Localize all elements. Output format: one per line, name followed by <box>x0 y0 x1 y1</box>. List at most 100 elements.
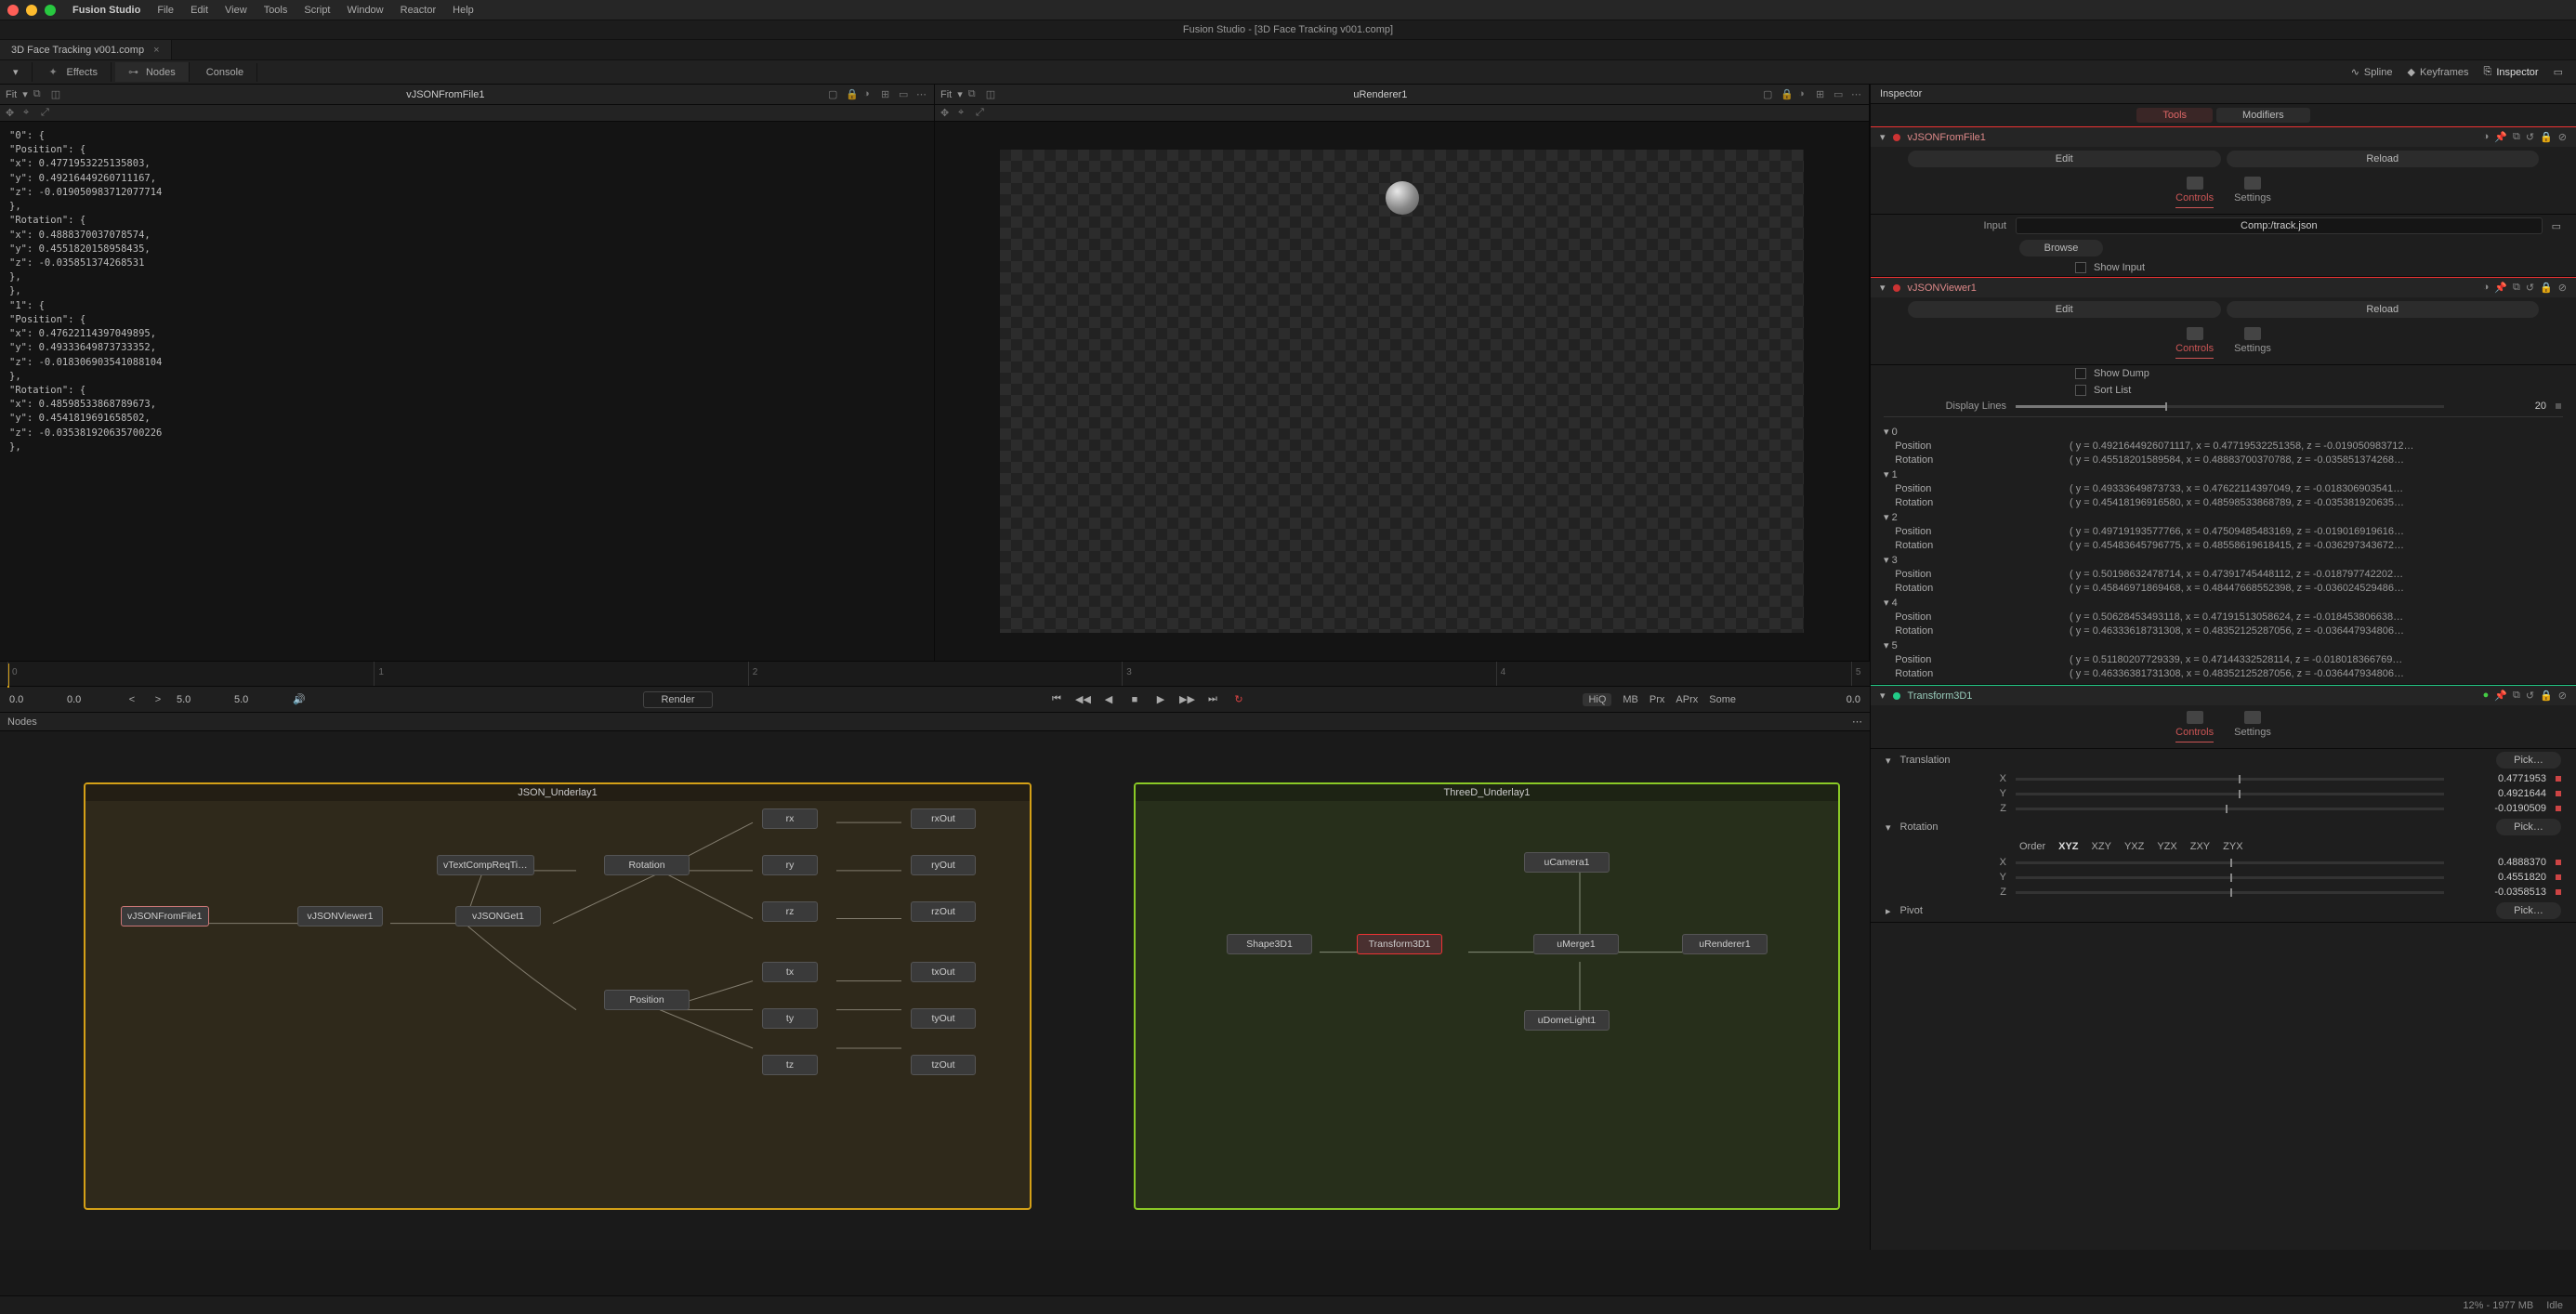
node-vjsonviewer[interactable]: vJSONViewer1 <box>297 906 383 926</box>
tree-position-row[interactable]: Position( y = 0.50628453493118, x = 0.47… <box>1871 610 2576 624</box>
play-forward-button[interactable]: ▶ <box>1153 693 1168 705</box>
tool-name[interactable]: vJSONViewer1 <box>1908 283 2476 294</box>
node-rx[interactable]: rx <box>762 808 818 829</box>
lock-icon[interactable]: 🔒 <box>1781 88 1793 100</box>
menu-file[interactable]: File <box>157 5 174 16</box>
prx-toggle[interactable]: Prx <box>1649 694 1665 705</box>
mb-toggle[interactable]: MB <box>1623 694 1638 705</box>
order-yzx[interactable]: YZX <box>2157 841 2176 852</box>
tz-value[interactable]: -0.0190509 <box>2453 803 2546 814</box>
node-renderer[interactable]: uRenderer1 <box>1682 934 1768 954</box>
tab-modifiers[interactable]: Modifiers <box>2216 108 2310 123</box>
rx-slider[interactable] <box>2016 861 2444 864</box>
keyframe-dot-icon[interactable] <box>2556 776 2561 782</box>
reload-button[interactable]: Reload <box>2227 151 2540 167</box>
show-input-checkbox[interactable] <box>2075 262 2086 273</box>
keyframe-dot-icon[interactable] <box>2556 791 2561 796</box>
reset-icon[interactable]: ↺ <box>2526 131 2534 143</box>
cached-icon[interactable]: ● <box>2483 690 2490 702</box>
node-rzout[interactable]: rzOut <box>911 901 976 922</box>
flow-view[interactable]: JSON_Underlay1 ThreeD_Underlay1 vJSONFro… <box>0 731 1870 1250</box>
tree-index-row[interactable]: ▾ 3 <box>1871 552 2576 567</box>
color-icon[interactable]: ◑ <box>863 88 875 100</box>
zoom-window-button[interactable] <box>45 5 56 16</box>
menu-reactor[interactable]: Reactor <box>401 5 437 16</box>
viewer-right-body[interactable] <box>935 122 1869 661</box>
menu-tools[interactable]: Tools <box>264 5 288 16</box>
current-time[interactable]: 0.0 <box>1814 694 1860 705</box>
disclosure-icon[interactable]: ▾ <box>1880 131 1886 143</box>
input-path-field[interactable]: Comp:/track.json <box>2016 217 2543 234</box>
more-icon[interactable]: ⋯ <box>916 88 928 100</box>
node-textcomp[interactable]: vTextCompReqTi… <box>437 855 534 875</box>
disable-icon[interactable]: ⊘ <box>2558 282 2567 294</box>
keyframes-toggle[interactable]: ◆Keyframes <box>2407 66 2468 78</box>
prev-keyframe-button[interactable]: < <box>125 694 139 705</box>
ty-value[interactable]: 0.4921644 <box>2453 788 2546 799</box>
rz-value[interactable]: -0.0358513 <box>2453 887 2546 898</box>
snap-icon[interactable]: ⌖ <box>958 107 970 119</box>
tree-position-row[interactable]: Position( y = 0.51180207729339, x = 0.47… <box>1871 652 2576 666</box>
document-tab[interactable]: 3D Face Tracking v001.comp × <box>0 40 172 59</box>
disable-icon[interactable]: ⊘ <box>2558 131 2567 143</box>
controls-tab[interactable]: Controls <box>2175 327 2214 359</box>
play-reverse-button[interactable]: ◀ <box>1101 693 1116 705</box>
browse-button[interactable]: Browse <box>2019 240 2103 256</box>
nodes-toggle[interactable]: ⊶Nodes <box>115 62 190 82</box>
rz-slider[interactable] <box>2016 891 2444 894</box>
pick-button[interactable]: Pick… <box>2496 752 2561 769</box>
pick-button[interactable]: Pick… <box>2496 819 2561 835</box>
reload-button[interactable]: Reload <box>2227 301 2540 318</box>
a-b-icon[interactable]: ⧉ <box>968 88 980 100</box>
hiq-toggle[interactable]: HiQ <box>1583 693 1611 706</box>
img2-icon[interactable]: ▭ <box>1833 88 1846 100</box>
color-icon[interactable]: ◑ <box>1798 88 1810 100</box>
scale-icon[interactable]: ⤢ <box>41 107 53 119</box>
pan-icon[interactable]: ✥ <box>940 107 953 119</box>
tree-position-row[interactable]: Position( y = 0.49333649873733, x = 0.47… <box>1871 481 2576 495</box>
tz-slider[interactable] <box>2016 808 2444 810</box>
disclosure-icon[interactable]: ▾ <box>1880 282 1886 294</box>
split-icon[interactable]: ◫ <box>986 88 998 100</box>
reset-icon[interactable]: ↺ <box>2526 690 2534 702</box>
roi-icon[interactable]: ▢ <box>1763 88 1775 100</box>
aprx-toggle[interactable]: APrx <box>1676 694 1698 705</box>
ry-slider[interactable] <box>2016 876 2444 879</box>
chevron-down-icon[interactable]: ▾ <box>22 88 28 100</box>
tool-name[interactable]: Transform3D1 <box>1908 690 2476 702</box>
ry-value[interactable]: 0.4551820 <box>2453 872 2546 883</box>
controls-tab[interactable]: Controls <box>2175 177 2214 208</box>
range-in[interactable]: 0.0 <box>67 694 113 705</box>
node-rz[interactable]: rz <box>762 901 818 922</box>
order-zyx[interactable]: ZYX <box>2223 841 2242 852</box>
menu-help[interactable]: Help <box>453 5 474 16</box>
tool-name[interactable]: vJSONFromFile1 <box>1908 132 2476 143</box>
close-window-button[interactable] <box>7 5 19 16</box>
node-vjsonget[interactable]: vJSONGet1 <box>455 906 541 926</box>
controls-tab[interactable]: Controls <box>2175 711 2214 742</box>
menu-view[interactable]: View <box>225 5 247 16</box>
more-icon[interactable]: ⋯ <box>1851 88 1863 100</box>
last-frame-button[interactable]: ⏭ <box>1205 693 1220 705</box>
audio-icon[interactable]: 🔊 <box>292 693 307 705</box>
stop-button[interactable]: ■ <box>1127 694 1142 705</box>
pan-icon[interactable]: ✥ <box>6 107 18 119</box>
node-transform3d[interactable]: Transform3D1 <box>1357 934 1442 954</box>
display-lines-value[interactable]: 20 <box>2453 401 2546 412</box>
lock-icon[interactable]: 🔒 <box>846 88 858 100</box>
node-vjsonfromfile[interactable]: vJSONFromFile1 <box>121 906 209 926</box>
close-tab-icon[interactable]: × <box>153 45 159 56</box>
console-toggle[interactable]: Console <box>193 63 257 82</box>
show-dump-checkbox[interactable] <box>2075 368 2086 379</box>
node-ryout[interactable]: ryOut <box>911 855 976 875</box>
disable-icon[interactable]: ⊘ <box>2558 690 2567 702</box>
underlay-json[interactable]: JSON_Underlay1 <box>84 782 1032 1210</box>
node-rotation[interactable]: Rotation <box>604 855 690 875</box>
settings-tab[interactable]: Settings <box>2234 711 2271 742</box>
node-tz[interactable]: tz <box>762 1055 818 1075</box>
node-tzout[interactable]: tzOut <box>911 1055 976 1075</box>
snap-icon[interactable]: ⌖ <box>23 107 35 119</box>
img2-icon[interactable]: ▭ <box>899 88 911 100</box>
menu-script[interactable]: Script <box>304 5 330 16</box>
tree-rotation-row[interactable]: Rotation( y = 0.45483645796775, x = 0.48… <box>1871 538 2576 552</box>
